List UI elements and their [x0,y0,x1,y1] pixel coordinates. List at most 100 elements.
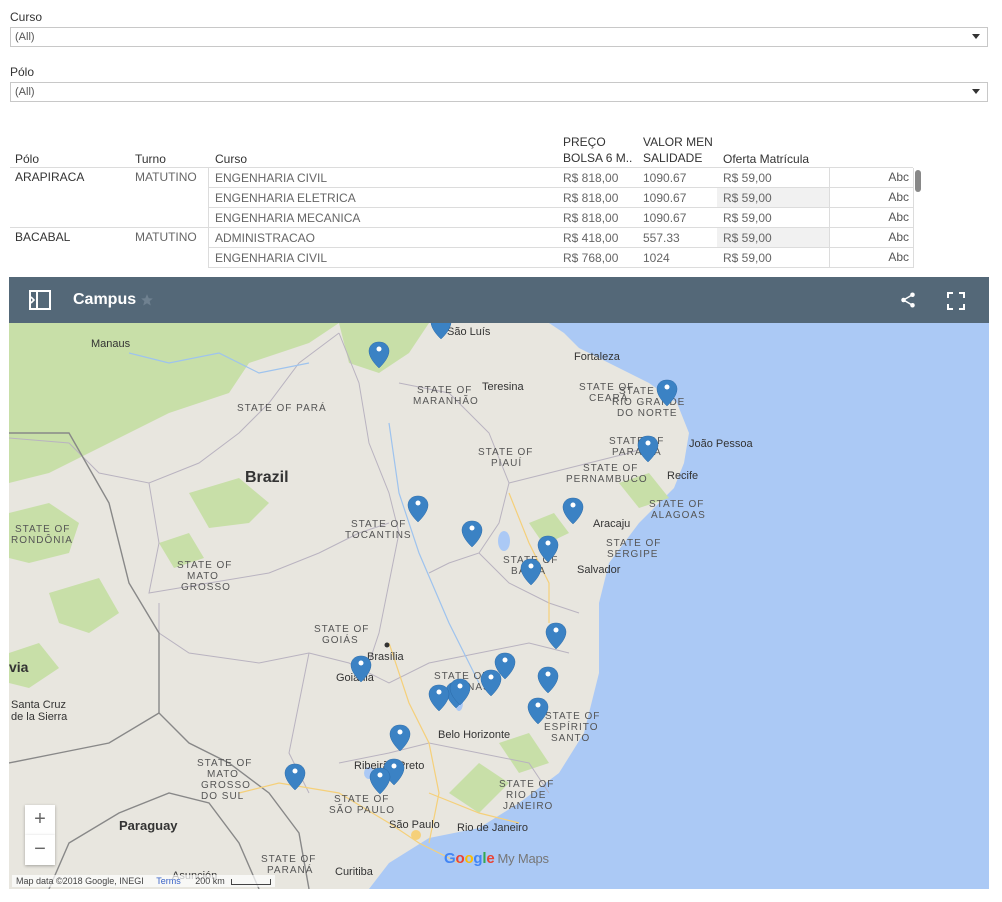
map-title: Campus [73,291,137,308]
polo-filter-value: (All) [15,86,35,98]
header-valor-line2: SALIDADE [643,151,703,165]
polo-filter-label: Pólo [10,65,35,79]
map-label: Belo Horizonte [438,729,510,741]
map-header: Campus [9,277,989,323]
header-oferta: Oferta Matrícula [723,152,810,166]
share-icon[interactable] [899,291,917,309]
map-label: ESPÍRITO [544,720,599,733]
map-label: SERGIPE [607,549,658,560]
map-label: DO SUL [201,791,244,802]
map-label: STATE OF [334,794,389,805]
cell-oferta: R$ 59,00 [723,231,772,245]
header-valor-line1: VALOR MEN [643,135,713,149]
map-canvas[interactable]: Manaus São Luís Fortaleza Teresina STATE… [9,323,989,889]
map-label: RIO DE [506,790,546,801]
map-label: RONDÔNIA [11,533,73,546]
map-label: Santa Cruz [11,699,66,711]
cell-curso: ENGENHARIA ELETRICA [215,191,356,205]
cell-curso: ADMINISTRACAO [215,231,316,245]
map-label: STATE OF [261,854,316,865]
logo-mymaps-text: My Maps [497,851,550,866]
cell-curso: ENGENHARIA MECANICA [215,211,361,225]
cell-abc: Abc [888,250,909,264]
map-label: Teresina [482,381,524,393]
terms-link[interactable]: Terms [156,876,181,886]
map-label: GROSSO [181,582,231,593]
attribution-text: Map data ©2018 Google, INEGI [16,876,144,886]
map-label: Rio de Janeiro [457,822,528,834]
cell-preco: R$ 768,00 [563,251,619,265]
map-label: STATE OF [478,447,533,458]
map-label: Curitiba [335,866,374,878]
cell-oferta: R$ 59,00 [723,171,772,185]
map-label: STATE OF [197,758,252,769]
cell-preco: R$ 818,00 [563,171,619,185]
map-label: STATE OF [545,711,600,722]
header-preco-line1: PREÇO [563,135,606,149]
map-label: Brasília [367,651,405,663]
map-label: RIO GRANDE [612,397,685,408]
map-label: STATE OF [649,499,704,510]
cell-preco: R$ 818,00 [563,211,619,225]
cell-abc: Abc [888,190,909,204]
map-label: ALAGOAS [651,510,706,521]
map-label: MATO [207,769,239,780]
cell-valor: 1090.67 [643,191,687,205]
map-label: de la Sierra [11,711,68,723]
fullscreen-icon[interactable] [947,292,965,310]
map-label: STATE OF [583,463,638,474]
map-label: STATE OF [314,624,369,635]
map-label: STATE OF [499,779,554,790]
map-label: SANTO [551,733,590,744]
map-label: via [9,659,29,675]
scale-label: 200 km [195,876,225,886]
map-label: GROSSO [201,780,251,791]
cell-valor: 1090.67 [643,211,687,225]
cell-valor: 557.33 [643,231,680,245]
map-attribution: Map data ©2018 Google, INEGI Terms 200 k… [12,875,276,887]
curso-filter-select[interactable]: (All) [10,27,988,47]
polo-filter-select[interactable]: (All) [10,82,988,102]
table-divider [208,207,913,208]
cell-curso: ENGENHARIA CIVIL [215,171,328,185]
map-label: Aracaju [593,518,630,530]
map-label: Manaus [91,338,131,350]
zoom-in-button[interactable]: + [25,805,55,835]
map-label: Recife [667,470,698,482]
chevron-down-icon [972,89,980,94]
map-label: SÃO PAULO [329,803,395,816]
cell-preco: R$ 418,00 [563,231,619,245]
cell-polo: BACABAL [15,230,71,244]
table-divider [208,267,913,268]
map-label: Fortaleza [574,351,621,363]
map-label: STATE OF [177,560,232,571]
map-label: STATE OF [417,385,472,396]
map-label: MARANHÃO [413,394,479,407]
header-turno: Turno [135,152,166,166]
cell-oferta: R$ 59,00 [723,191,772,205]
map-label: MATO [187,571,219,582]
table-scrollbar[interactable] [915,170,921,192]
map-label: STATE OF [351,519,406,530]
map-label: STATE OF [606,538,661,549]
map-label: GOIÁS [322,633,359,646]
cell-preco: R$ 818,00 [563,191,619,205]
cell-curso: ENGENHARIA CIVIL [215,251,328,265]
zoom-out-button[interactable]: − [25,835,55,865]
cell-valor: 1024 [643,251,670,265]
cell-abc: Abc [888,210,909,224]
header-preco-line2: BOLSA 6 M.. [563,151,633,165]
capital-dot [384,642,390,648]
table-divider [208,247,913,248]
map-label: STATE OF PARÁ [237,401,327,414]
map-label: João Pessoa [689,438,753,450]
cell-turno: MATUTINO [135,230,197,244]
star-icon[interactable] [140,293,154,307]
map-label: PERNAMBUCO [566,474,648,485]
map-label: DO NORTE [617,408,678,419]
cell-polo: ARAPIRACA [15,170,85,184]
table-divider [10,227,913,228]
chevron-down-icon [972,34,980,39]
sidebar-toggle-icon[interactable] [29,290,51,310]
map-label: Paraguay [119,818,178,833]
